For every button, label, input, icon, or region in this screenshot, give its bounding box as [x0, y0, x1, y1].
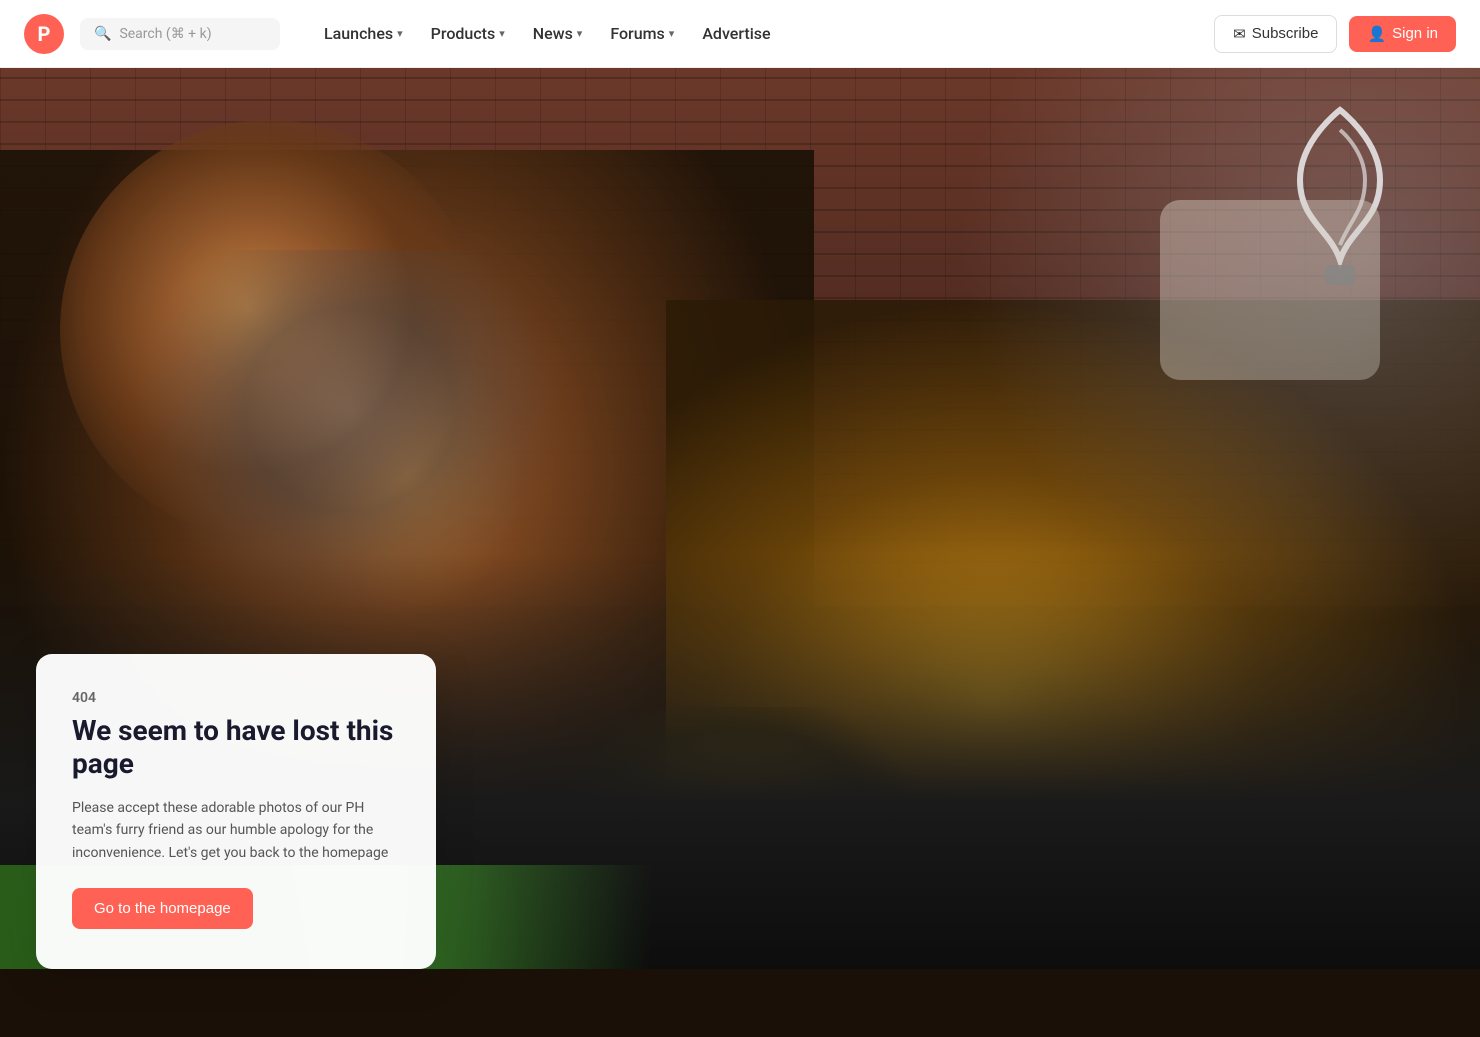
chevron-down-icon: ▾ [669, 27, 675, 40]
navbar: P 🔍 Search (⌘ + k) Launches ▾ Products ▾… [0, 0, 1480, 68]
nav-item-launches[interactable]: Launches ▾ [312, 16, 415, 51]
user-icon: 👤 [1367, 25, 1386, 43]
error-code: 404 [72, 690, 400, 706]
error-title: We seem to have lost this page [72, 714, 400, 781]
chevron-down-icon: ▾ [577, 27, 583, 40]
subscribe-button[interactable]: ✉ Subscribe [1214, 15, 1337, 53]
nav-item-advertise[interactable]: Advertise [690, 16, 782, 51]
search-placeholder: Search (⌘ + k) [119, 26, 211, 42]
search-bar[interactable]: 🔍 Search (⌘ + k) [80, 18, 280, 50]
search-icon: 🔍 [94, 26, 111, 42]
error-description: Please accept these adorable photos of o… [72, 797, 400, 864]
email-icon: ✉ [1233, 25, 1246, 43]
nav-item-products[interactable]: Products ▾ [419, 16, 517, 51]
site-logo[interactable]: P [24, 14, 64, 54]
chevron-down-icon: ▾ [397, 27, 403, 40]
chevron-down-icon: ▾ [499, 27, 505, 40]
signin-button[interactable]: 👤 Sign in [1349, 16, 1456, 52]
go-to-homepage-button[interactable]: Go to the homepage [72, 888, 253, 929]
nav-links: Launches ▾ Products ▾ News ▾ Forums ▾ Ad… [312, 16, 783, 51]
nav-item-forums[interactable]: Forums ▾ [598, 16, 686, 51]
nav-right: ✉ Subscribe 👤 Sign in [1214, 15, 1456, 53]
error-card: 404 We seem to have lost this page Pleas… [36, 654, 436, 969]
nav-item-news[interactable]: News ▾ [521, 16, 595, 51]
hero-section: 404 We seem to have lost this page Pleas… [0, 0, 1480, 1037]
